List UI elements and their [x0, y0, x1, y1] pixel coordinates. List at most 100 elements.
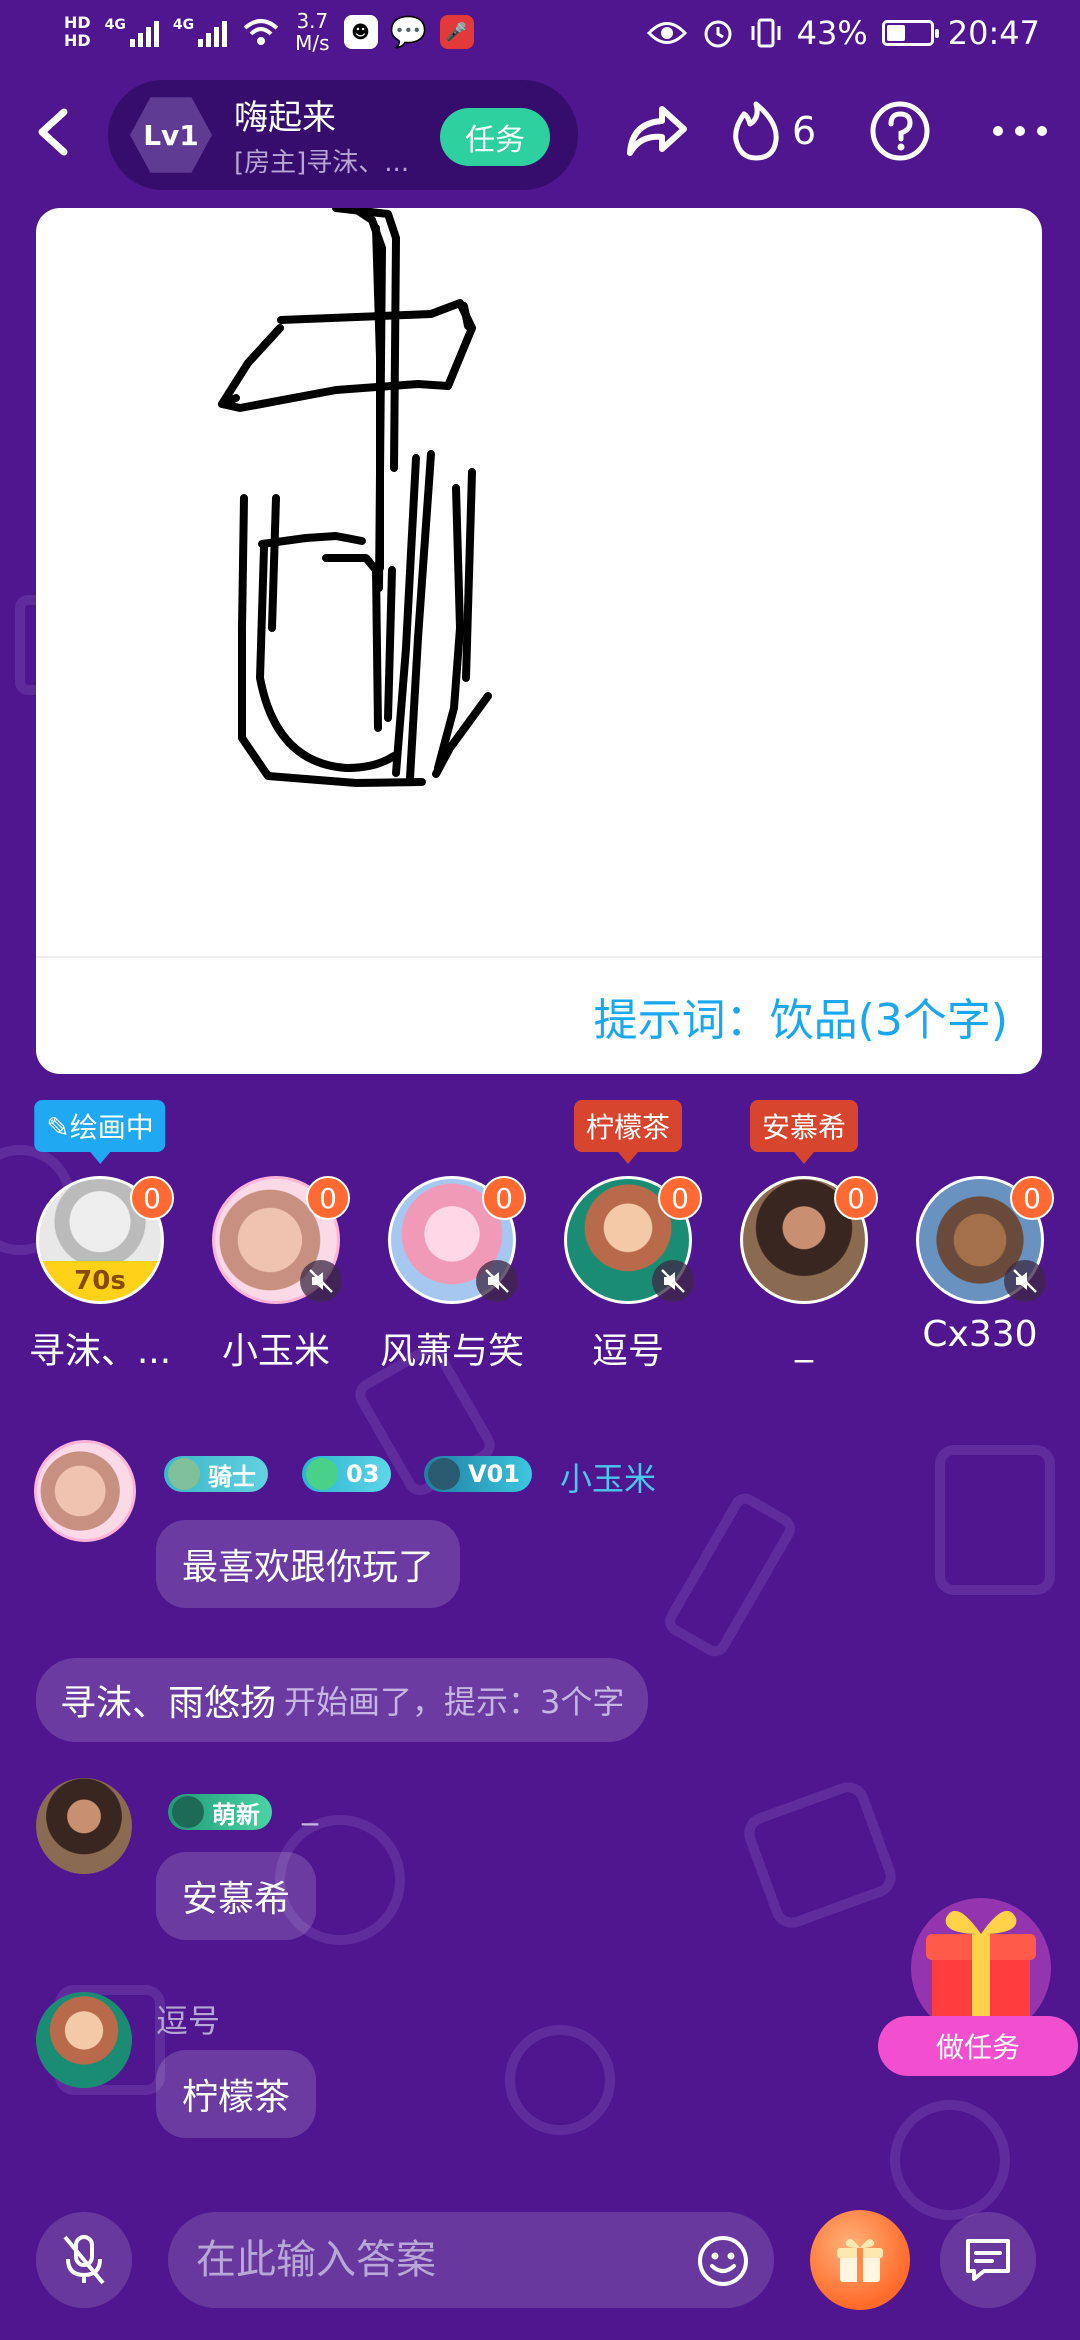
gem-icon: [306, 1458, 338, 1490]
bottom-bar: [0, 2208, 1080, 2328]
battery-percent: 43%: [796, 14, 868, 52]
muted-speaker-icon: [300, 1260, 342, 1302]
system-message: 寻沫、雨悠扬 开始画了，提示：3个字: [36, 1658, 649, 1742]
username[interactable]: 逗号: [156, 1996, 220, 2042]
gift-icon: [837, 2239, 883, 2282]
message-bubble: 安慕希: [156, 1852, 317, 1940]
drawing-canvas[interactable]: 提示词：饮品(3个字): [36, 208, 1042, 1074]
player-list: ✎绘画中 70s 0 寻沫、... 0 小玉米 0 风萧与笑 柠檬茶 0 逗号: [0, 1100, 1080, 1380]
hd1-label: HD: [64, 13, 91, 32]
back-arrow-icon[interactable]: [28, 102, 78, 162]
username[interactable]: 小玉米: [560, 1454, 656, 1500]
battery-icon: [881, 20, 939, 46]
mask-app-icon: ☻: [343, 15, 378, 49]
pencil-icon: ✎: [46, 1111, 70, 1144]
eye-icon: [646, 22, 687, 44]
help-button[interactable]: [868, 96, 932, 166]
guess-tag: 安慕希: [749, 1100, 859, 1152]
fire-count: 6: [792, 109, 817, 153]
player-name: 小玉米: [221, 1331, 330, 1372]
system-message-text: 开始画了，提示：3个字: [284, 1683, 625, 1721]
signal-bars-2-icon: [198, 17, 228, 47]
more-button[interactable]: [990, 96, 1050, 166]
net1-label: 4G: [104, 17, 126, 33]
player-seat[interactable]: 柠檬茶 0 逗号: [540, 1100, 716, 1380]
drawing-status-tag: ✎绘画中: [34, 1100, 166, 1152]
player-score: 0: [658, 1176, 702, 1220]
canvas-divider: [36, 956, 1042, 958]
net-speed: 3.7 M/s: [295, 10, 329, 54]
message-bubble: 最喜欢跟你玩了: [156, 1520, 461, 1608]
clock: 20:47: [947, 14, 1040, 52]
popularity[interactable]: 6: [730, 96, 816, 166]
wifi-icon: [243, 19, 279, 45]
fire-icon: [733, 101, 779, 161]
avatar[interactable]: [34, 1440, 136, 1542]
newbie-badge: 萌新: [168, 1794, 272, 1830]
hd-indicator: HD HD: [64, 14, 91, 50]
mic-off-icon: [63, 2235, 105, 2285]
more-dots-icon: [993, 126, 1047, 136]
task-float-button[interactable]: 做任务: [878, 1888, 1078, 2078]
player-score: 0: [834, 1176, 878, 1220]
knight-badge-label: 骑士: [208, 1462, 256, 1491]
chat-button[interactable]: [940, 2212, 1036, 2308]
room-name: 嗨起来: [234, 98, 336, 138]
answer-input[interactable]: [168, 2212, 774, 2308]
alarm-icon: [704, 20, 732, 48]
newbie-icon: [172, 1796, 204, 1828]
player-drawing: [218, 208, 492, 787]
player-score: 0: [482, 1176, 526, 1220]
emoji-icon[interactable]: [696, 2234, 750, 2288]
muted-speaker-icon: [652, 1260, 694, 1302]
username[interactable]: _: [302, 1788, 318, 1826]
share-button[interactable]: [622, 96, 692, 166]
player-seat[interactable]: 0 小玉米: [188, 1100, 364, 1380]
room-owner: [房主]寻沫、...: [234, 148, 410, 178]
signal-1: 4G: [105, 17, 159, 47]
speed-value: 3.7: [296, 9, 329, 33]
player-name: 风萧与笑: [379, 1331, 524, 1372]
player-seat[interactable]: 0 风萧与笑: [364, 1100, 540, 1380]
muted-speaker-icon: [476, 1260, 518, 1302]
draw-timer: 70s: [39, 1261, 161, 1301]
signal-bars-1-icon: [129, 17, 159, 47]
player-score: 0: [306, 1176, 350, 1220]
task-button[interactable]: 任务: [440, 108, 550, 166]
vip-badge-label: V01: [468, 1460, 520, 1488]
avatar[interactable]: [36, 1778, 132, 1874]
player-tag: 绘画中: [69, 1111, 154, 1144]
task-label: 做任务: [878, 2016, 1078, 2076]
shield-icon: [168, 1458, 200, 1490]
vip-icon: [428, 1458, 460, 1490]
microphone-app-icon: 🎤: [439, 15, 474, 49]
vip-badge: V01: [424, 1456, 532, 1492]
vibrate-icon: [751, 18, 781, 48]
player-seat[interactable]: 0 Cx330: [892, 1100, 1068, 1380]
player-name: _: [795, 1322, 813, 1363]
message-bubble: 柠檬茶: [156, 2050, 317, 2138]
level-badge-label: 03: [346, 1460, 380, 1488]
level-badge: Lv1: [130, 97, 212, 173]
player-seat[interactable]: ✎绘画中 70s 0 寻沫、...: [12, 1100, 188, 1380]
message-icon: [966, 2239, 1010, 2281]
player-seat[interactable]: 安慕希 0 _: [716, 1100, 892, 1380]
top-bar: Lv1 嗨起来 [房主]寻沫、... 任务 6: [0, 74, 1080, 194]
share-icon: [627, 106, 687, 156]
player-score: 0: [130, 1176, 174, 1220]
hint-text: 提示词：饮品(3个字): [593, 995, 1008, 1046]
room-info[interactable]: Lv1 嗨起来 [房主]寻沫、... 任务: [108, 80, 578, 190]
speed-unit: M/s: [295, 31, 330, 55]
gift-button[interactable]: [810, 2210, 910, 2310]
wechat-icon: 💬: [389, 14, 428, 50]
avatar[interactable]: [36, 1992, 132, 2088]
player-name: Cx330: [922, 1314, 1038, 1355]
hd2-label: HD: [64, 31, 91, 50]
system-message-user: 寻沫、雨悠扬: [60, 1683, 277, 1724]
net2-label: 4G: [172, 17, 195, 33]
newbie-badge-label: 萌新: [212, 1800, 260, 1829]
player-name: 寻沫、...: [28, 1331, 172, 1372]
battery-fill: [886, 25, 905, 41]
mic-toggle-button[interactable]: [36, 2212, 132, 2308]
guess-tag: 柠檬茶: [573, 1100, 683, 1152]
